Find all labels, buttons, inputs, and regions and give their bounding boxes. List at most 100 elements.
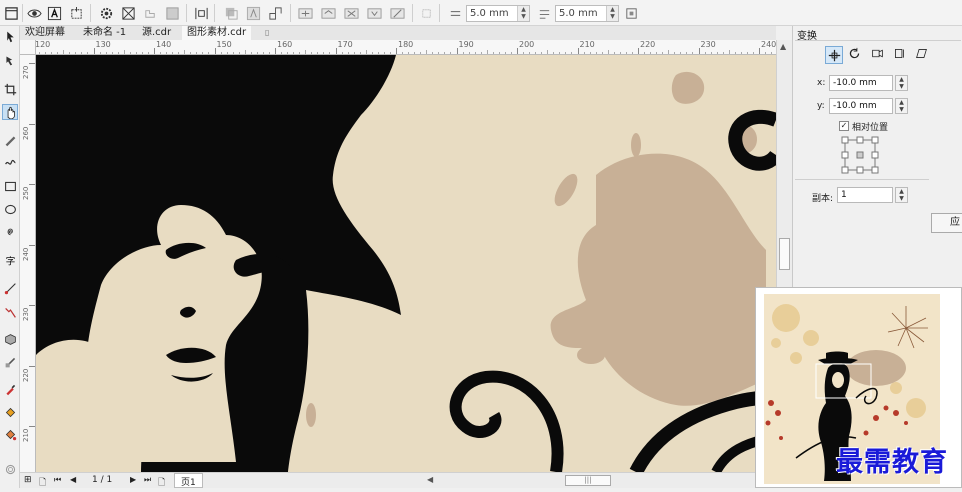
spiral-tool-icon[interactable]	[2, 223, 18, 239]
skew-icon[interactable]	[915, 47, 931, 63]
divider	[795, 179, 929, 180]
prev-page-icon[interactable]: ◀	[70, 475, 76, 484]
options-icon[interactable]	[622, 4, 640, 22]
artwork	[36, 55, 776, 472]
page-tab[interactable]: 页1	[174, 473, 203, 488]
rectangle-tool-icon[interactable]	[2, 178, 18, 194]
last-page-icon[interactable]: ⏭	[144, 475, 151, 485]
horizontal-ruler[interactable]: 120 130 140 150 160 170 180 190 200 210 220 230 240	[36, 40, 776, 55]
convert-icon[interactable]	[266, 4, 284, 22]
x-stepper-icon[interactable]: ▲ ▼	[895, 75, 908, 91]
drawing-canvas[interactable]	[36, 55, 776, 472]
ruler-corner[interactable]	[20, 40, 36, 55]
smart-fill-icon[interactable]	[2, 426, 18, 442]
outline-tool-icon[interactable]	[2, 461, 18, 477]
copies-input[interactable]: 1	[837, 187, 893, 203]
ruler-tick-label: 200	[519, 40, 535, 49]
freehand-tool-icon[interactable]	[2, 132, 18, 148]
scroll-up-icon[interactable]: ▲	[780, 42, 786, 51]
ruler-tick-label: 210	[579, 40, 595, 49]
trim-icon[interactable]	[319, 4, 337, 22]
y-position-input[interactable]: -10.0 mm	[829, 98, 893, 114]
shape-tool-icon[interactable]	[2, 52, 18, 68]
divider	[795, 40, 961, 41]
spinner-arrows-icon[interactable]: ▲ ▼	[517, 6, 529, 21]
frame-icon[interactable]	[2, 4, 20, 22]
scroll-left-icon[interactable]: ◀	[427, 475, 433, 484]
ruler-tick-label: 250	[22, 186, 30, 200]
spinner-arrows-icon[interactable]: ▲ ▼	[606, 6, 618, 21]
boundary-icon[interactable]	[417, 4, 435, 22]
ruler-tick	[759, 48, 760, 54]
first-page-icon[interactable]: ⏮	[54, 475, 61, 485]
divider	[214, 4, 215, 22]
eye-icon[interactable]	[25, 4, 43, 22]
horizontal-scroll-thumb[interactable]: |||	[565, 475, 611, 486]
to-front-icon[interactable]	[222, 4, 240, 22]
ruler-tick	[456, 48, 458, 54]
text-box-icon[interactable]	[45, 4, 63, 22]
horizontal-scrollbar[interactable]: ◀ |||	[425, 472, 755, 488]
ruler-tick-label: 140	[156, 40, 172, 49]
tab-graphic-material[interactable]: 图形素材.cdr	[182, 26, 252, 40]
intersect-icon[interactable]	[342, 4, 360, 22]
ruler-tick	[29, 184, 35, 185]
relative-position-checkbox[interactable]: ✓	[839, 121, 849, 131]
scale-mirror-icon[interactable]	[871, 47, 887, 63]
size-icon[interactable]	[893, 47, 909, 63]
offset-y-input[interactable]: 5.0 mm ▲ ▼	[555, 5, 619, 22]
text-icon[interactable]	[244, 4, 262, 22]
align-icon[interactable]	[192, 4, 210, 22]
crop-tool-icon[interactable]	[2, 81, 18, 97]
x-position-input[interactable]: -10.0 mm	[829, 75, 893, 91]
rotate-icon[interactable]	[848, 47, 864, 63]
add-page-icon[interactable]: 🗋	[39, 475, 46, 491]
ruler-tick-label: 240	[22, 247, 30, 261]
tab-welcome[interactable]: 欢迎屏幕	[20, 26, 70, 40]
gear-icon[interactable]	[97, 4, 115, 22]
page-settings-icon[interactable]: ⊞	[24, 475, 32, 485]
tab-untitled[interactable]: 未命名 -1	[78, 26, 131, 40]
pick-tool-icon[interactable]	[2, 28, 18, 44]
close-box-icon[interactable]	[119, 4, 137, 22]
ellipse-tool-icon[interactable]	[2, 201, 18, 217]
offset-x-input[interactable]: 5.0 mm ▲ ▼	[466, 5, 530, 22]
anchor-grid[interactable]	[840, 135, 880, 175]
ruler-tick	[214, 48, 216, 54]
ruler-tick	[93, 48, 95, 54]
add-page-after-icon[interactable]: 🗋	[158, 475, 165, 491]
transform-icon[interactable]	[67, 4, 85, 22]
ruler-tick-label: 240	[761, 40, 776, 49]
y-stepper-icon[interactable]: ▲ ▼	[895, 98, 908, 114]
transparency-tool-icon[interactable]	[2, 354, 18, 370]
pan-tool-icon[interactable]	[2, 104, 18, 120]
weld-icon[interactable]	[296, 4, 314, 22]
offset-x-value: 5.0 mm	[470, 8, 509, 19]
new-tab-icon[interactable]: ▯	[260, 26, 274, 40]
ruler-tick	[698, 48, 700, 54]
break-apart-icon[interactable]	[163, 4, 181, 22]
ruler-tick	[275, 48, 276, 54]
eyedropper-tool-icon[interactable]	[2, 381, 18, 397]
combine-icon[interactable]	[141, 4, 159, 22]
divider	[186, 4, 187, 22]
next-page-icon[interactable]: ▶	[130, 475, 136, 484]
page-navigator: ⊞ 🗋 ⏮ ◀ 1 / 1 ▶ ⏭ 🗋 页1	[20, 472, 425, 488]
simplify-icon[interactable]	[365, 4, 383, 22]
text-tool-icon[interactable]: 字	[2, 252, 18, 268]
dimension-tool-icon[interactable]	[2, 280, 18, 296]
front-minus-back-icon[interactable]	[388, 4, 406, 22]
position-icon[interactable]	[825, 46, 843, 64]
connector-tool-icon[interactable]	[2, 304, 18, 320]
ruler-tick-label: 220	[22, 368, 30, 382]
fill-tool-icon[interactable]	[2, 404, 18, 420]
copies-stepper-icon[interactable]: ▲ ▼	[895, 187, 908, 203]
artistic-media-icon[interactable]	[2, 154, 18, 170]
blend-tool-icon[interactable]	[2, 331, 18, 347]
apply-button[interactable]: 应	[931, 213, 962, 233]
vertical-scroll-thumb[interactable]	[779, 238, 790, 270]
tab-source[interactable]: 源.cdr	[137, 26, 176, 40]
ruler-tick-label: 180	[398, 40, 414, 49]
document-tabs: 欢迎屏幕 未命名 -1 源.cdr 图形素材.cdr ▯	[20, 26, 776, 40]
vertical-ruler[interactable]: 270 260 250 240 230 220 210	[20, 55, 36, 472]
